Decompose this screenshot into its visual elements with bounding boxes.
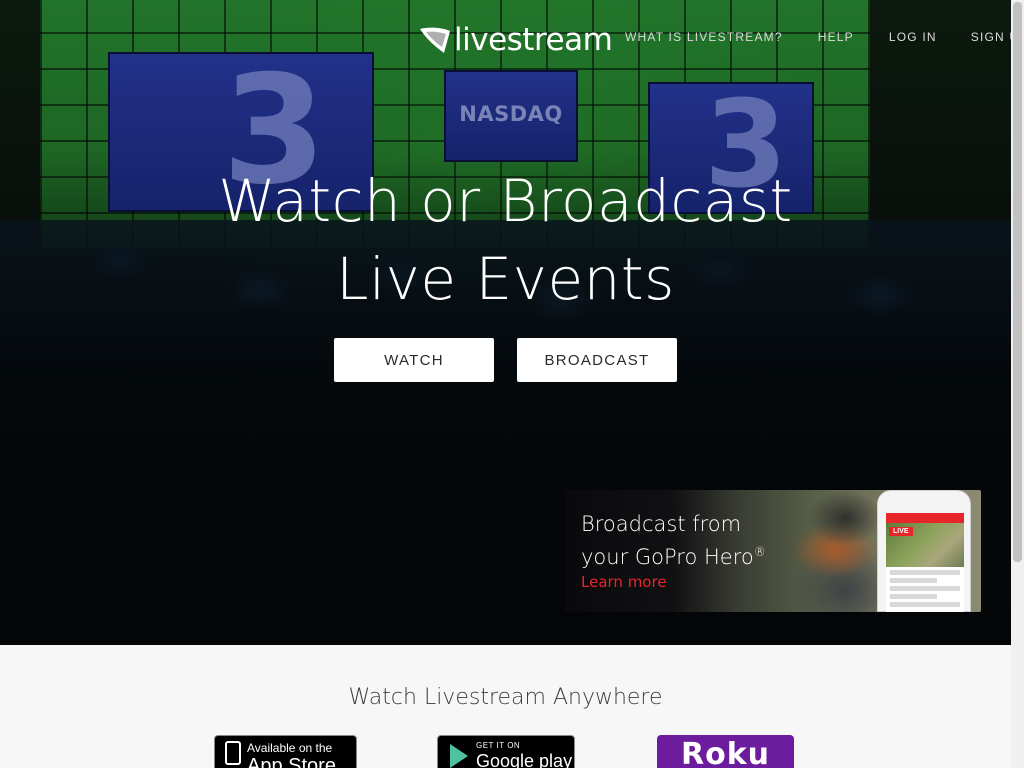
headline-line-2: Live Events	[336, 245, 675, 313]
google-play-badge[interactable]: GET IT ON Google play	[437, 735, 575, 768]
nav-help[interactable]: HELP	[818, 30, 854, 44]
promo-title: Broadcast from your GoPro Hero®	[581, 510, 766, 571]
app-store-text: Available on the App Store	[247, 736, 336, 768]
app-store-badge[interactable]: Available on the App Store	[214, 735, 357, 768]
broadcast-button[interactable]: BROADCAST	[517, 338, 677, 382]
google-play-text: GET IT ON Google play	[476, 736, 572, 768]
apple-device-icon	[225, 741, 241, 765]
scrollbar-thumb[interactable]	[1013, 2, 1022, 562]
registered-mark: ®	[753, 545, 766, 559]
livestream-logo[interactable]: livestream	[418, 20, 613, 60]
phone-video-preview: LIVE	[886, 523, 964, 567]
google-play-big-text: Google play	[476, 751, 573, 768]
promo-line-2: your GoPro Hero®	[581, 538, 766, 571]
livestream-logo-icon	[420, 27, 450, 53]
phone-mockup: LIVE	[877, 490, 971, 612]
hero-section: 3 NASDAQ 3 livestream WHAT IS LIVESTREAM…	[0, 0, 1011, 645]
promo-line-2-text: your GoPro Hero	[581, 545, 754, 569]
watch-anywhere-section: Watch Livestream Anywhere Available on t…	[0, 645, 1011, 768]
watch-button[interactable]: WATCH	[334, 338, 494, 382]
gopro-promo-card[interactable]: LIVE Broadcast from your GoPro Hero® Lea…	[565, 490, 981, 612]
logo-wordmark: livestream	[454, 21, 613, 58]
promo-line-1: Broadcast from	[581, 512, 742, 536]
nav-sign-up[interactable]: SIGN UP	[971, 30, 1011, 44]
top-nav: WHAT IS LIVESTREAM? HELP LOG IN SIGN UP	[625, 30, 1011, 44]
google-play-icon	[450, 744, 468, 768]
phone-screen: LIVE	[886, 513, 964, 612]
headline-line-1: Watch or Broadcast	[218, 167, 793, 235]
learn-more-link[interactable]: Learn more	[581, 573, 667, 591]
phone-app-bar	[886, 513, 964, 523]
roku-badge[interactable]: Roku	[657, 735, 794, 768]
hero-headline: Watch or Broadcast Live Events	[0, 162, 1011, 318]
phone-feed-rows	[886, 570, 964, 607]
page-scrollbar[interactable]	[1011, 0, 1024, 768]
app-store-small-text: Available on the	[247, 741, 333, 755]
watch-anywhere-title: Watch Livestream Anywhere	[348, 685, 663, 710]
google-play-small-text: GET IT ON	[476, 741, 521, 750]
nav-what-is-livestream[interactable]: WHAT IS LIVESTREAM?	[625, 30, 783, 44]
roku-logo-text: Roku	[680, 737, 771, 768]
live-badge: LIVE	[889, 527, 913, 536]
nav-log-in[interactable]: LOG IN	[889, 30, 937, 44]
app-store-big-text: App Store	[247, 755, 336, 768]
